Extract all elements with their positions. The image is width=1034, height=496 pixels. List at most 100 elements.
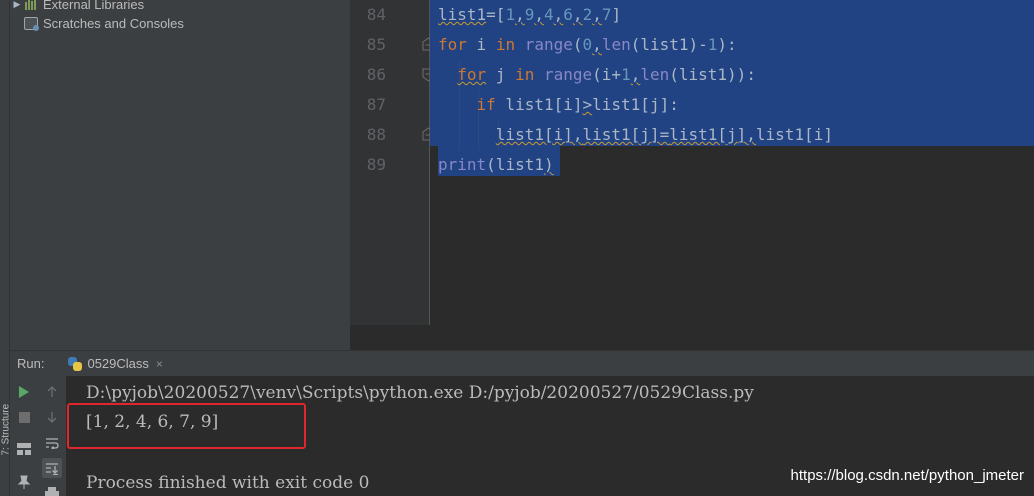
run-tool-header: Run: 0529Class × — [10, 350, 1034, 376]
pin-icon — [18, 475, 30, 489]
code-token: 4 — [544, 5, 554, 24]
code-token: list1[i] — [755, 125, 833, 144]
code-token: , — [572, 125, 583, 144]
code-token: for — [438, 35, 467, 54]
close-icon[interactable]: × — [156, 357, 163, 371]
line-number: 87 — [366, 95, 386, 114]
line-number: 89 — [366, 155, 386, 174]
code-token: print — [438, 155, 487, 174]
code-token: (list1)): — [669, 65, 756, 84]
code-token: , — [572, 5, 583, 24]
stop-icon — [18, 411, 30, 423]
arrow-up-icon — [47, 386, 57, 397]
code-token: list1[i] — [495, 125, 573, 144]
code-editor[interactable]: list1=[1,9,4,6,2,7] for i in range(0,len… — [430, 0, 1034, 325]
line-number: 88 — [366, 125, 386, 144]
play-icon — [19, 386, 29, 398]
code-token: (i+ — [592, 65, 622, 84]
run-tab-0529class[interactable]: 0529Class × — [62, 351, 168, 377]
code-token: ( — [572, 35, 583, 54]
tree-item-external-libraries[interactable]: ▶ External Libraries — [10, 0, 144, 14]
tree-item-label: External Libraries — [43, 0, 145, 12]
code-token: list1[j]: — [592, 95, 679, 114]
code-line[interactable]: list1=[1,9,4,6,2,7] — [438, 0, 621, 30]
library-icon — [24, 0, 38, 11]
scroll-down-button[interactable] — [42, 407, 62, 427]
left-tool-strip: 7: Structure — [0, 0, 12, 496]
code-token: list1[j] — [669, 125, 747, 144]
code-token: for — [457, 65, 487, 84]
code-token: range — [524, 35, 573, 54]
line-number: 84 — [366, 5, 386, 24]
code-line[interactable]: if list1[i]>list1[j]: — [438, 90, 679, 120]
code-token: list1[j] — [582, 125, 660, 144]
run-toolbar — [10, 376, 66, 496]
code-line[interactable]: for i in range(0,len(list1)-1): — [438, 30, 737, 60]
code-token: if — [476, 95, 496, 114]
scroll-to-end-icon — [46, 462, 58, 475]
layout-button[interactable] — [14, 439, 34, 459]
code-token: , — [592, 5, 602, 24]
printer-icon — [45, 487, 59, 496]
console-line: Process finished with exit code 0 — [86, 473, 370, 493]
line-number: 85 — [366, 35, 386, 54]
code-token: > — [582, 95, 593, 114]
rerun-button[interactable] — [14, 382, 34, 402]
print-button[interactable] — [42, 483, 62, 496]
code-token: 1 — [621, 65, 631, 84]
code-token: list1 — [438, 5, 487, 24]
code-token: , — [534, 5, 544, 24]
code-token: , — [515, 5, 525, 24]
code-token: in — [495, 35, 516, 54]
code-token: ] — [611, 5, 622, 24]
code-token: list1[i] — [495, 95, 583, 114]
soft-wrap-button[interactable] — [42, 433, 62, 453]
arrow-down-icon — [47, 412, 57, 423]
code-token: j — [486, 65, 516, 84]
code-token: ): — [717, 35, 737, 54]
code-token: =[ — [486, 5, 506, 24]
stop-button[interactable] — [14, 407, 34, 427]
scroll-up-button[interactable] — [42, 382, 62, 402]
code-token: (list1)- — [630, 35, 708, 54]
code-token: ) — [543, 155, 554, 174]
code-token: len — [601, 35, 631, 54]
run-label: Run: — [17, 356, 45, 371]
scratches-icon — [24, 16, 39, 31]
run-tab-label: 0529Class — [87, 356, 149, 371]
code-token: , — [630, 65, 641, 84]
watermark: https://blog.csdn.net/python_jmeter — [790, 467, 1024, 484]
editor-bottom-area — [350, 325, 1034, 350]
code-token: len — [640, 65, 670, 84]
code-token: = — [659, 125, 670, 144]
code-token: , — [592, 35, 602, 54]
code-token: i — [466, 35, 496, 54]
python-icon — [68, 356, 83, 371]
code-token: 0 — [582, 35, 593, 54]
line-number: 86 — [366, 65, 386, 84]
code-token: , — [746, 125, 756, 144]
code-token: in — [515, 65, 535, 84]
console-line: [1, 2, 4, 6, 7, 9] — [86, 412, 219, 432]
tree-item-label: Scratches and Consoles — [43, 15, 184, 31]
code-line[interactable]: print(list1) — [438, 150, 554, 180]
editor-gutter: 84 85 86 87 88 89 — [350, 0, 435, 325]
pin-button[interactable] — [14, 472, 34, 492]
code-token: 2 — [582, 5, 593, 24]
code-line[interactable]: list1[i],list1[j]=list1[j],list1[i] — [438, 120, 833, 150]
expand-arrow-icon[interactable]: ▶ — [10, 0, 24, 10]
code-line[interactable]: for j in range(i+1,len(list1)): — [438, 60, 756, 90]
project-panel: ▶ External Libraries Scratches and Conso… — [10, 0, 350, 350]
code-token: range — [543, 65, 593, 84]
tree-item-scratches[interactable]: Scratches and Consoles — [10, 13, 184, 33]
layout-icon — [17, 443, 31, 455]
code-token: 9 — [524, 5, 535, 24]
scroll-to-end-button[interactable] — [42, 458, 62, 478]
code-token: (list1 — [486, 155, 544, 174]
code-token: 1 — [707, 35, 718, 54]
